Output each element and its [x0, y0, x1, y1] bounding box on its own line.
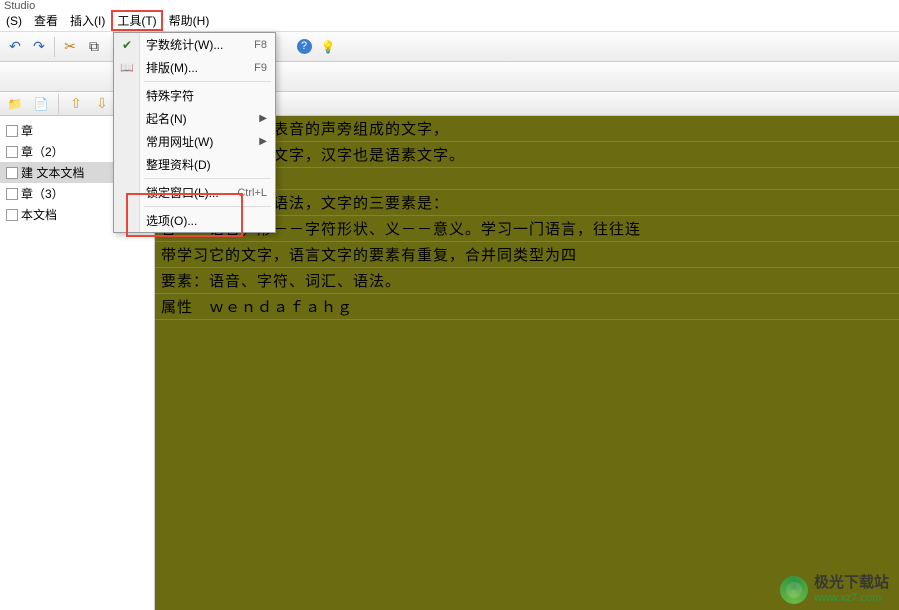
- menu-wordcount[interactable]: ✔ 字数统计(W)... F8: [114, 33, 275, 56]
- menu-item-label: 排版(M)...: [146, 59, 198, 76]
- menu-organize[interactable]: 整理资料(D): [114, 153, 275, 176]
- tree-item-label: 章（2）: [21, 143, 64, 160]
- editor-line: 带学习它的文字，语言文字的要素有重复，合并同类型为四: [155, 242, 899, 268]
- menu-item-label: 字数统计(W)...: [146, 36, 223, 53]
- menu-insert[interactable]: 插入(I): [64, 10, 111, 31]
- menubar-partial[interactable]: (S): [0, 12, 28, 30]
- menu-separator: [144, 81, 271, 82]
- submenu-arrow-icon: ▶: [259, 136, 267, 147]
- editor-line: 要素：语音、字符、词汇、语法。: [155, 268, 899, 294]
- book-icon: 📖: [119, 60, 135, 76]
- menu-item-label: 选项(O)...: [146, 212, 197, 229]
- redo-button[interactable]: ↷: [28, 36, 50, 58]
- tree-item-label: 章: [21, 122, 33, 139]
- menu-naming[interactable]: 起名(N) ▶: [114, 107, 275, 130]
- bulb-icon: 💡: [321, 40, 336, 54]
- menu-shortcut: F9: [254, 62, 267, 74]
- watermark-name: 极光下载站: [814, 575, 889, 592]
- menu-help[interactable]: 帮助(H): [163, 10, 216, 31]
- menu-tools[interactable]: 工具(T): [111, 10, 162, 31]
- help-button[interactable]: ?: [293, 36, 315, 58]
- window-title: Studio: [4, 0, 35, 10]
- menu-separator: [144, 206, 271, 207]
- menu-item-label: 起名(N): [146, 110, 187, 127]
- page-icon: [6, 125, 18, 137]
- menu-item-label: 锁定窗口(L)...: [146, 184, 219, 201]
- menu-specialchars[interactable]: 特殊字符: [114, 84, 275, 107]
- page-icon: [6, 146, 18, 158]
- cut-button[interactable]: ✂: [59, 36, 81, 58]
- menu-options[interactable]: 选项(O)...: [114, 209, 275, 232]
- move-down-button[interactable]: ⇩: [91, 93, 113, 115]
- menu-item-label: 整理资料(D): [146, 156, 211, 173]
- menu-view[interactable]: 查看: [28, 10, 64, 31]
- add-folder-button[interactable]: 📁: [4, 93, 26, 115]
- tip-button[interactable]: 💡: [317, 36, 339, 58]
- redo-icon: ↷: [33, 38, 45, 55]
- tree-item-label: 建 文本文档: [21, 164, 84, 181]
- page-icon: [6, 188, 18, 200]
- page-icon: [6, 209, 18, 221]
- undo-icon: ↶: [9, 38, 21, 55]
- move-up-button[interactable]: ⇧: [65, 93, 87, 115]
- check-icon: ✔: [119, 37, 135, 53]
- help-icon: ?: [297, 39, 312, 54]
- copy-button[interactable]: ⧉: [83, 36, 105, 58]
- watermark-url: www.xz7.com: [814, 592, 889, 604]
- editor-line: 属性 ｗｅｎｄａｆａｈｇ: [155, 294, 899, 320]
- watermark-logo-icon: [780, 576, 808, 604]
- menu-item-label: 特殊字符: [146, 87, 194, 104]
- separator: [58, 94, 59, 114]
- menu-typeset[interactable]: 📖 排版(M)... F9: [114, 56, 275, 79]
- menu-shortcut: F8: [254, 39, 267, 51]
- menu-commonurls[interactable]: 常用网址(W) ▶: [114, 130, 275, 153]
- menu-item-label: 常用网址(W): [146, 133, 213, 150]
- submenu-arrow-icon: ▶: [259, 113, 267, 124]
- cut-icon: ✂: [64, 38, 76, 55]
- tree-item-label: 章（3）: [21, 185, 64, 202]
- copy-icon: ⧉: [89, 38, 99, 55]
- menu-lockwindow[interactable]: 锁定窗口(L)... Ctrl+L: [114, 181, 275, 204]
- tree-item-label: 本文档: [21, 206, 57, 223]
- tools-dropdown: ✔ 字数统计(W)... F8 📖 排版(M)... F9 特殊字符 起名(N)…: [113, 32, 276, 233]
- separator: [54, 37, 55, 57]
- menu-shortcut: Ctrl+L: [237, 187, 267, 199]
- undo-button[interactable]: ↶: [4, 36, 26, 58]
- page-icon: [6, 167, 18, 179]
- menubar: (S) 查看 插入(I) 工具(T) 帮助(H): [0, 10, 899, 32]
- menu-separator: [144, 178, 271, 179]
- add-page-button[interactable]: 📄: [30, 93, 52, 115]
- watermark: 极光下载站 www.xz7.com: [780, 575, 889, 604]
